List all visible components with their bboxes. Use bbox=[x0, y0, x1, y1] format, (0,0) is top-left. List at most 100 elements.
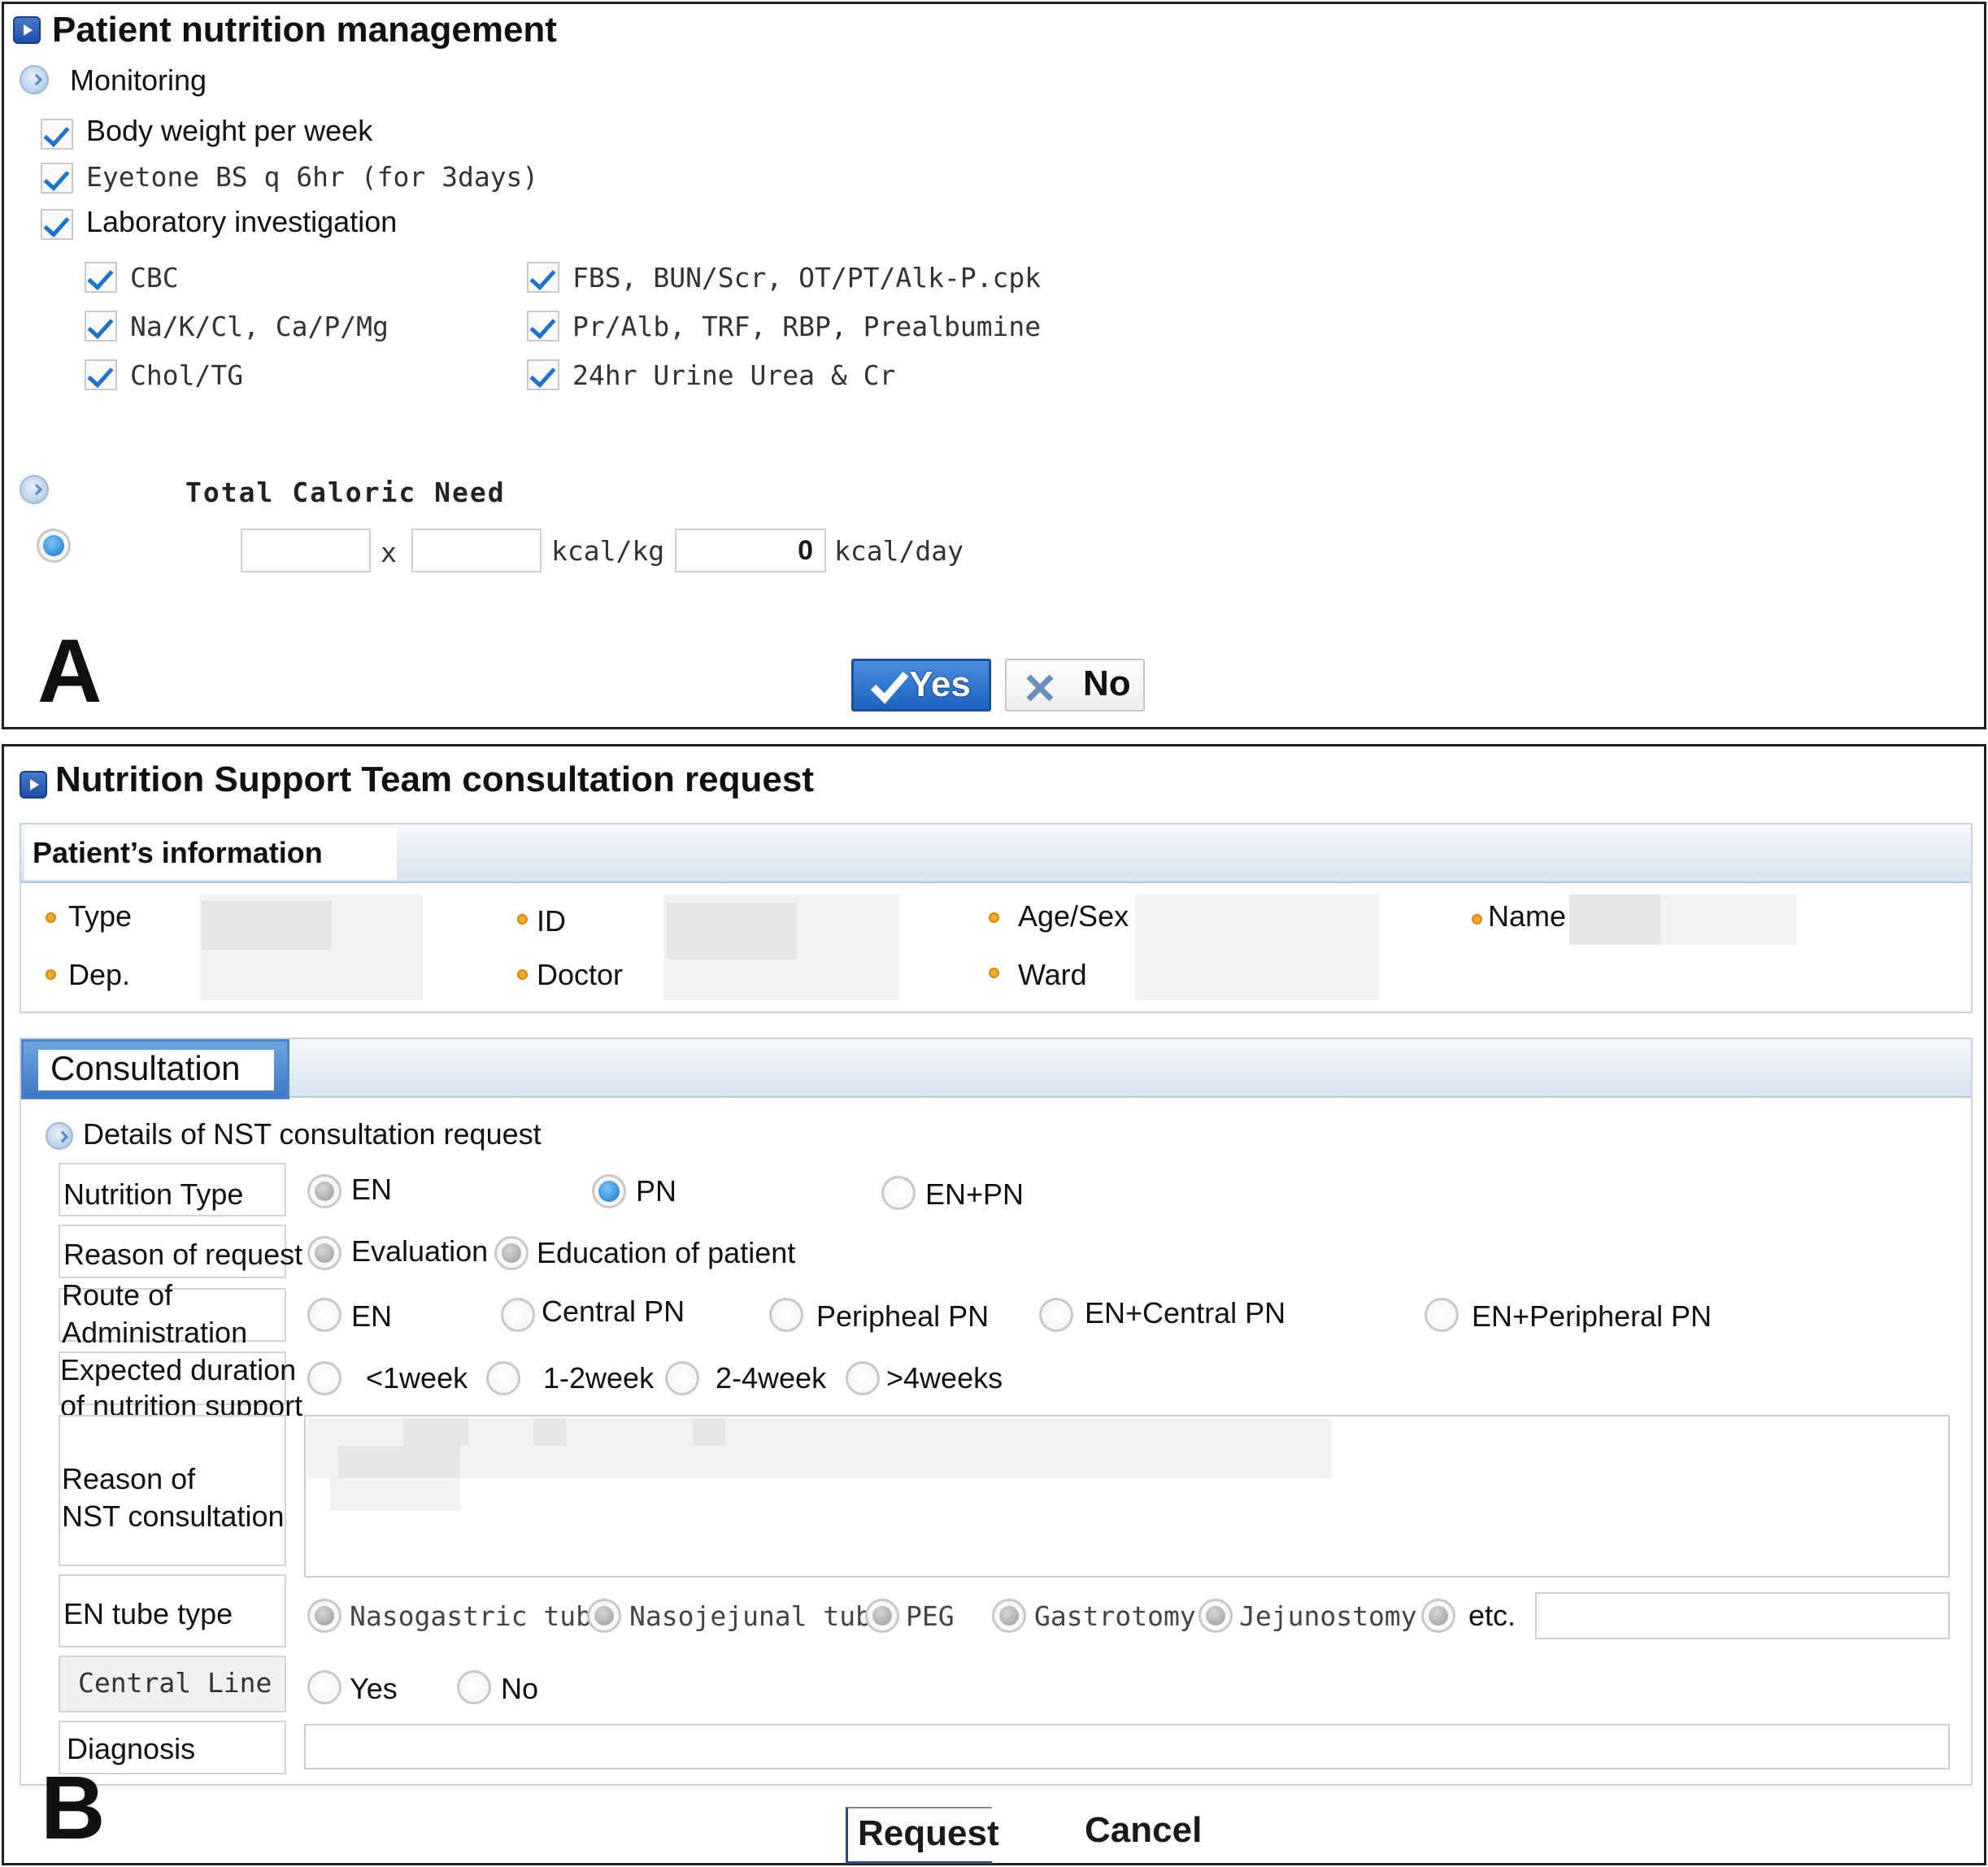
duration-1-2week-label: 1-2week bbox=[543, 1361, 655, 1395]
fbs-label: FBS, BUN/Scr, OT/PT/Alk-P.cpk bbox=[572, 262, 1042, 294]
radio-nutrition-pn[interactable] bbox=[592, 1174, 626, 1208]
evaluation-label: Evaluation bbox=[351, 1234, 489, 1268]
radio-education[interactable] bbox=[494, 1236, 529, 1270]
cancel-button[interactable]: Cancel bbox=[1085, 1810, 1202, 1851]
protein-label: Pr/Alb, TRF, RBP, Prealbumine bbox=[572, 311, 1042, 342]
tube-etc-label: etc. bbox=[1468, 1599, 1516, 1632]
section-arrow-icon bbox=[20, 771, 47, 799]
checkbox-protein[interactable] bbox=[527, 311, 559, 342]
doctor-label: Doctor bbox=[537, 958, 624, 991]
panel-a-title: Patient nutrition management bbox=[52, 10, 557, 50]
caloric-result-field: 0 bbox=[675, 529, 826, 572]
radio-duration-1-2week[interactable] bbox=[486, 1361, 520, 1395]
radio-duration-2-4week[interactable] bbox=[665, 1361, 699, 1395]
type-label: Type bbox=[68, 899, 133, 933]
caloric-radio[interactable] bbox=[37, 529, 71, 563]
checkbox-fbs[interactable] bbox=[527, 262, 559, 293]
radio-route-en-central-pn[interactable] bbox=[1039, 1298, 1073, 1332]
yes-button[interactable]: Yes bbox=[851, 659, 991, 712]
checkbox-lab-investigation[interactable] bbox=[41, 209, 73, 240]
request-button-label: Request bbox=[858, 1813, 999, 1853]
caloric-bullet-icon bbox=[20, 475, 49, 504]
radio-duration-gt4weeks[interactable] bbox=[846, 1361, 880, 1395]
request-button[interactable]: Request bbox=[846, 1807, 999, 1864]
en-tube-label: EN tube type bbox=[63, 1597, 233, 1630]
eyetone-bs-label: Eyetone BS q 6hr (for 3days) bbox=[86, 161, 539, 193]
body-weight-label: Body weight per week bbox=[86, 114, 373, 147]
tube-jejunostomy-label: Jejunostomy bbox=[1239, 1600, 1417, 1632]
radio-route-en[interactable] bbox=[307, 1298, 341, 1332]
radio-central-line-no[interactable] bbox=[457, 1670, 491, 1704]
reason-request-label: Reason of request bbox=[63, 1238, 303, 1271]
radio-tube-jejunostomy[interactable] bbox=[1198, 1599, 1233, 1633]
radio-tube-peg[interactable] bbox=[865, 1599, 899, 1633]
central-line-yes-label: Yes bbox=[350, 1672, 398, 1705]
route-en-peripheral-pn-label: EN+Peripheral PN bbox=[1472, 1299, 1712, 1333]
chol-tg-label: Chol/TG bbox=[130, 359, 244, 391]
diagnosis-input[interactable] bbox=[304, 1724, 1950, 1769]
urine-urea-label: 24hr Urine Urea & Cr bbox=[572, 359, 896, 391]
name-label: Name bbox=[1488, 899, 1567, 933]
name-value-blur bbox=[1569, 894, 1660, 945]
monitoring-bullet-icon bbox=[20, 65, 49, 94]
route-peripheral-pn-label: Peripheal PN bbox=[816, 1299, 990, 1333]
duration-gt4weeks-label: >4weeks bbox=[886, 1361, 1003, 1395]
radio-route-peripheral-pn[interactable] bbox=[769, 1298, 803, 1332]
reason-nst-label-line1: Reason of bbox=[62, 1462, 196, 1495]
check-icon bbox=[870, 672, 909, 704]
duration-lt1week-label: <1week bbox=[366, 1361, 468, 1395]
nutrition-pn-label: PN bbox=[636, 1174, 677, 1208]
id-bullet bbox=[517, 914, 528, 925]
dep-bullet bbox=[46, 969, 56, 980]
doctor-bullet bbox=[517, 969, 528, 980]
age-sex-bullet bbox=[989, 912, 999, 923]
tube-etc-input[interactable] bbox=[1535, 1592, 1950, 1639]
checkbox-electrolytes[interactable] bbox=[85, 311, 117, 342]
cbc-label: CBC bbox=[130, 262, 179, 294]
consultation-tab-label: Consultation bbox=[50, 1049, 241, 1087]
tube-nasogastric-label: Nasogastric tube bbox=[350, 1600, 608, 1632]
education-label: Education of patient bbox=[537, 1236, 796, 1269]
nutrition-type-label: Nutrition Type bbox=[63, 1177, 244, 1211]
reason-nst-textarea[interactable] bbox=[304, 1415, 1950, 1578]
checkbox-eyetone-bs[interactable] bbox=[41, 163, 73, 194]
radio-tube-nasojejunal[interactable] bbox=[587, 1599, 621, 1633]
times-symbol: x bbox=[381, 537, 397, 568]
radio-route-central-pn[interactable] bbox=[501, 1298, 535, 1332]
radio-evaluation[interactable] bbox=[307, 1236, 341, 1270]
panel-b-title: Nutrition Support Team consultation requ… bbox=[55, 759, 814, 799]
route-en-central-pn-label: EN+Central PN bbox=[1085, 1296, 1286, 1330]
radio-tube-etc[interactable] bbox=[1421, 1599, 1455, 1633]
radio-tube-gastrotomy[interactable] bbox=[992, 1599, 1026, 1633]
yes-button-label: Yes bbox=[909, 664, 971, 704]
tube-nasojejunal-label: Nasojejunal tube bbox=[629, 1600, 888, 1632]
patient-nutrition-panel bbox=[2, 2, 1986, 729]
radio-duration-lt1week[interactable] bbox=[307, 1361, 341, 1395]
reason-nst-label-line2: NST consultation bbox=[62, 1499, 285, 1533]
patient-info-heading: Patient’s information bbox=[33, 836, 323, 869]
route-label-line2: Administration bbox=[62, 1316, 248, 1349]
route-central-pn-label: Central PN bbox=[542, 1295, 685, 1328]
no-button-label: No bbox=[1083, 664, 1131, 703]
details-bullet-icon bbox=[46, 1122, 73, 1150]
radio-route-en-peripheral-pn[interactable] bbox=[1425, 1298, 1459, 1332]
route-label-line1: Route of bbox=[62, 1278, 173, 1312]
weight-input[interactable] bbox=[241, 529, 371, 572]
radio-nutrition-en-pn[interactable] bbox=[881, 1176, 916, 1210]
radio-central-line-yes[interactable] bbox=[307, 1670, 341, 1704]
central-line-label: Central Line bbox=[78, 1667, 272, 1699]
radio-nutrition-en[interactable] bbox=[307, 1174, 341, 1208]
ward-label: Ward bbox=[1018, 958, 1087, 991]
electrolytes-label: Na/K/Cl, Ca/P/Mg bbox=[130, 311, 389, 342]
tube-peg-label: PEG bbox=[906, 1600, 955, 1632]
checkbox-body-weight[interactable] bbox=[41, 119, 73, 150]
name-bullet bbox=[1472, 914, 1482, 925]
radio-tube-nasogastric[interactable] bbox=[307, 1599, 341, 1633]
kcal-per-kg-input[interactable] bbox=[411, 529, 542, 572]
section-arrow-icon bbox=[13, 16, 41, 44]
checkbox-cbc[interactable] bbox=[85, 262, 117, 293]
no-button[interactable]: No bbox=[1005, 659, 1145, 712]
nutrition-en-pn-label: EN+PN bbox=[925, 1177, 1024, 1211]
checkbox-urine-urea[interactable] bbox=[527, 359, 559, 390]
checkbox-chol-tg[interactable] bbox=[85, 359, 117, 390]
